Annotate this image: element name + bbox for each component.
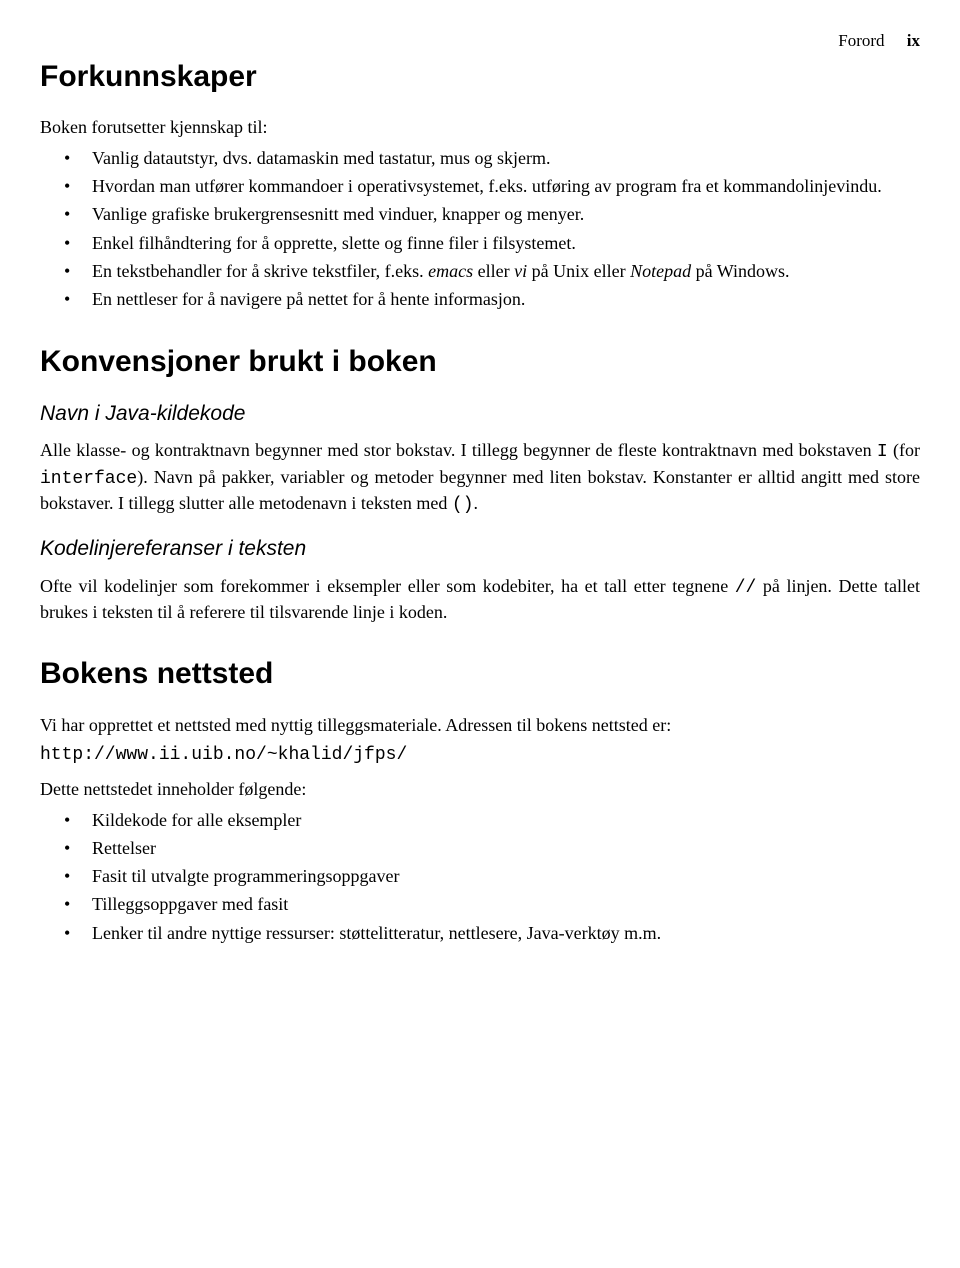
list-item: Tilleggsoppgaver med fasit <box>40 892 920 916</box>
list-item: En tekstbehandler for å skrive tekstfile… <box>40 259 920 283</box>
website-contents-list: Kildekode for alle eksempler Rettelser F… <box>40 808 920 945</box>
paragraph: Alle klasse- og kontraktnavn begynner me… <box>40 438 920 517</box>
paragraph: Ofte vil kodelinjer som forekommer i eks… <box>40 574 920 625</box>
running-title: Forord <box>838 31 884 50</box>
list-item: Enkel filhåndtering for å opprette, slet… <box>40 231 920 255</box>
running-header: Forord ix <box>40 30 920 53</box>
list-item: Vanlig datautstyr, dvs. datamaskin med t… <box>40 146 920 170</box>
section-heading-nettsted: Bokens nettsted <box>40 654 920 695</box>
list-item: Kildekode for alle eksempler <box>40 808 920 832</box>
list-item: Rettelser <box>40 836 920 860</box>
url-text: http://www.ii.uib.no/~khalid/jfps/ <box>40 743 920 767</box>
list-item: Lenker til andre nyttige ressurser: støt… <box>40 921 920 945</box>
list-item: Fasit til utvalgte programmeringsoppgave… <box>40 864 920 888</box>
list-item: En nettleser for å navigere på nettet fo… <box>40 287 920 311</box>
section-heading-konvensjoner: Konvensjoner brukt i boken <box>40 342 920 383</box>
subheading-navn-kildekode: Navn i Java-kildekode <box>40 400 920 428</box>
list-item: Hvordan man utfører kommandoer i operati… <box>40 174 920 198</box>
page-number: ix <box>907 31 920 50</box>
prerequisites-list: Vanlig datautstyr, dvs. datamaskin med t… <box>40 146 920 312</box>
paragraph: Dette nettstedet inneholder følgende: <box>40 777 920 801</box>
section-heading-forkunnskaper: Forkunnskaper <box>40 57 920 98</box>
intro-text: Boken forutsetter kjennskap til: <box>40 115 920 139</box>
list-item: Vanlige grafiske brukergrensesnitt med v… <box>40 202 920 226</box>
subheading-kodelinjeref: Kodelinjereferanser i teksten <box>40 535 920 563</box>
paragraph: Vi har opprettet et nettsted med nyttig … <box>40 713 920 737</box>
